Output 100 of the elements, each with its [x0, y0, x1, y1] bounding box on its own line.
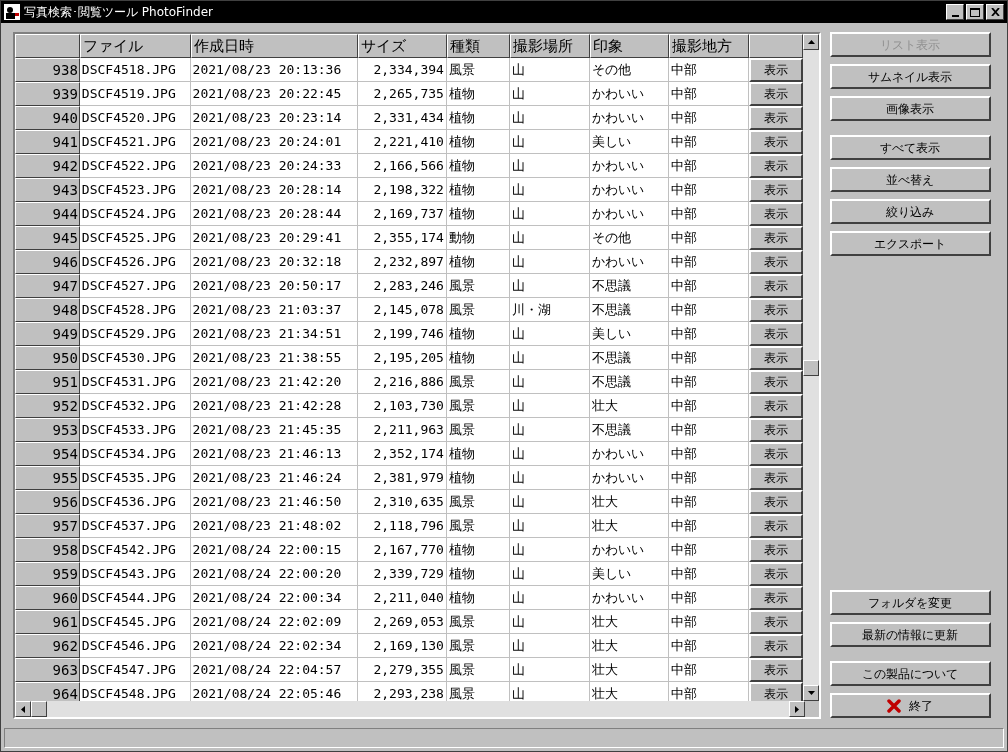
view-button[interactable]: 表示	[749, 490, 804, 514]
table-cell: 2,167,770	[358, 538, 447, 562]
view-button[interactable]: 表示	[749, 298, 804, 322]
view-button[interactable]: 表示	[749, 418, 804, 442]
table-cell: 2,103,730	[358, 394, 447, 418]
close-button[interactable]	[986, 4, 1004, 20]
view-button[interactable]: 表示	[749, 106, 804, 130]
table-cell: 2021/08/23 20:32:18	[190, 250, 359, 274]
window-title: 写真検索･閲覧ツール PhotoFinder	[24, 4, 213, 21]
scroll-thumb[interactable]	[31, 701, 47, 717]
table-cell: 中部	[669, 394, 750, 418]
view-button[interactable]: 表示	[749, 154, 804, 178]
row-number: 949	[15, 322, 80, 346]
view-button[interactable]: 表示	[749, 226, 804, 250]
table-cell: かわいい	[589, 586, 670, 610]
horizontal-scrollbar[interactable]	[15, 701, 805, 717]
table-cell: 2,216,886	[358, 370, 447, 394]
view-button[interactable]: 表示	[749, 82, 804, 106]
row-number: 939	[15, 82, 80, 106]
exit-button[interactable]: 終了	[829, 693, 991, 718]
table-cell: 2,169,130	[358, 634, 447, 658]
table-cell: 2021/08/24 22:00:15	[190, 538, 359, 562]
view-button[interactable]: 表示	[749, 610, 804, 634]
side-button[interactable]: 画像表示	[829, 96, 991, 121]
table-cell: 2021/08/24 22:05:46	[190, 682, 359, 701]
table-cell: 風景	[446, 58, 510, 82]
view-button[interactable]: 表示	[749, 274, 804, 298]
view-button[interactable]: 表示	[749, 586, 804, 610]
maximize-button[interactable]	[966, 4, 984, 20]
column-header[interactable]: 印象	[589, 34, 670, 58]
table-cell: 2021/08/23 21:03:37	[190, 298, 359, 322]
scroll-thumb[interactable]	[803, 360, 819, 376]
down-arrow-icon	[807, 691, 815, 695]
table-cell: 中部	[669, 442, 750, 466]
column-header[interactable]: ファイル	[79, 34, 191, 58]
close-icon	[990, 8, 1000, 16]
table-cell: 植物	[446, 82, 510, 106]
table-cell: DSCF4532.JPG	[79, 394, 191, 418]
row-number: 943	[15, 178, 80, 202]
view-button[interactable]: 表示	[749, 394, 804, 418]
side-button[interactable]: 最新の情報に更新	[829, 622, 991, 647]
side-button[interactable]: この製品について	[829, 661, 991, 686]
table-cell: 2,265,735	[358, 82, 447, 106]
side-button[interactable]: すべて表示	[829, 135, 991, 160]
column-header[interactable]: 撮影地方	[669, 34, 750, 58]
table-cell: 山	[509, 82, 590, 106]
table-cell: 2021/08/24 22:00:34	[190, 586, 359, 610]
minimize-button[interactable]	[946, 4, 964, 20]
view-button[interactable]: 表示	[749, 370, 804, 394]
row-number: 964	[15, 682, 80, 701]
table-cell: 山	[509, 154, 590, 178]
table-cell: 植物	[446, 322, 510, 346]
view-button[interactable]: 表示	[749, 562, 804, 586]
table-cell: その他	[589, 226, 670, 250]
view-button[interactable]: 表示	[749, 538, 804, 562]
table-cell: 中部	[669, 226, 750, 250]
table-cell: 2021/08/23 21:48:02	[190, 514, 359, 538]
view-button[interactable]: 表示	[749, 322, 804, 346]
column-header[interactable]: 撮影場所	[509, 34, 590, 58]
side-button[interactable]: エクスポート	[829, 231, 991, 256]
view-button[interactable]: 表示	[749, 250, 804, 274]
view-button[interactable]: 表示	[749, 130, 804, 154]
column-header[interactable]: 作成日時	[190, 34, 359, 58]
view-button[interactable]: 表示	[749, 682, 804, 701]
view-button[interactable]: 表示	[749, 202, 804, 226]
table-cell: 2021/08/23 20:50:17	[190, 274, 359, 298]
view-button[interactable]: 表示	[749, 442, 804, 466]
table-cell: 中部	[669, 586, 750, 610]
side-button[interactable]: フォルダを変更	[829, 590, 991, 615]
table-cell: 2,381,979	[358, 466, 447, 490]
view-button[interactable]: 表示	[749, 178, 804, 202]
table-cell: 壮大	[589, 610, 670, 634]
table-cell: DSCF4543.JPG	[79, 562, 191, 586]
table-cell: 山	[509, 58, 590, 82]
table-cell: その他	[589, 58, 670, 82]
side-button[interactable]: 絞り込み	[829, 199, 991, 224]
table-cell: 中部	[669, 178, 750, 202]
side-button[interactable]: 並べ替え	[829, 167, 991, 192]
table-cell: 2021/08/23 20:29:41	[190, 226, 359, 250]
table-cell: 山	[509, 658, 590, 682]
vertical-scrollbar[interactable]	[803, 34, 819, 701]
table-cell: DSCF4530.JPG	[79, 346, 191, 370]
row-number: 954	[15, 442, 80, 466]
table-cell: DSCF4535.JPG	[79, 466, 191, 490]
table-cell: 中部	[669, 346, 750, 370]
view-button[interactable]: 表示	[749, 658, 804, 682]
table-cell: 中部	[669, 466, 750, 490]
view-button[interactable]: 表示	[749, 514, 804, 538]
column-header[interactable]: 種類	[446, 34, 510, 58]
table-cell: 風景	[446, 418, 510, 442]
side-button[interactable]: サムネイル表示	[829, 64, 991, 89]
column-header[interactable]: サイズ	[358, 34, 447, 58]
row-number: 956	[15, 490, 80, 514]
view-button[interactable]: 表示	[749, 346, 804, 370]
view-button[interactable]: 表示	[749, 634, 804, 658]
table-cell: 中部	[669, 562, 750, 586]
view-button[interactable]: 表示	[749, 466, 804, 490]
table-cell: DSCF4523.JPG	[79, 178, 191, 202]
view-button[interactable]: 表示	[749, 58, 804, 82]
row-number: 946	[15, 250, 80, 274]
